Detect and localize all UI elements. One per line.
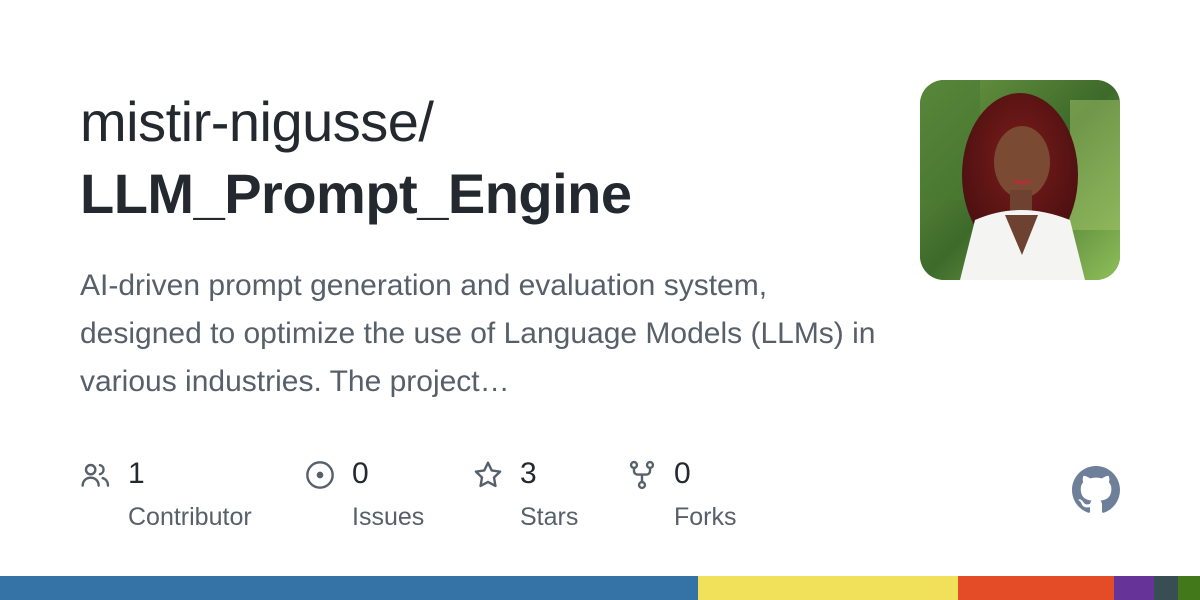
- language-bar-segment: [1154, 576, 1179, 600]
- language-bar-segment: [1178, 576, 1200, 600]
- profile-photo-icon: [920, 80, 1120, 280]
- fork-label: Forks: [674, 503, 737, 531]
- stat-issues[interactable]: 0 Issues: [304, 452, 474, 542]
- github-mark-icon[interactable]: [1072, 466, 1120, 514]
- repo-forked-icon: [626, 459, 658, 491]
- language-bar-segment: [1114, 576, 1155, 600]
- people-icon: [80, 459, 112, 491]
- repo-description: AI-driven prompt generation and evaluati…: [80, 269, 876, 398]
- stat-stars[interactable]: 3 Stars: [472, 452, 622, 542]
- contributor-count: 1: [128, 457, 145, 490]
- issue-label: Issues: [352, 503, 425, 531]
- repo-name[interactable]: LLM_Prompt_Engine: [80, 158, 880, 230]
- language-bar-segment: [698, 576, 959, 600]
- issue-count: 0: [352, 457, 369, 490]
- repo-owner[interactable]: mistir-nigusse/: [80, 86, 880, 158]
- contributor-label: Contributor: [128, 503, 252, 531]
- star-count: 3: [520, 457, 537, 490]
- repo-title[interactable]: mistir-nigusse/ LLM_Prompt_Engine: [80, 86, 880, 230]
- star-icon: [472, 459, 504, 491]
- issue-opened-icon: [304, 459, 336, 491]
- stat-forks[interactable]: 0 Forks: [626, 452, 776, 542]
- fork-count: 0: [674, 457, 691, 490]
- repo-social-card: mistir-nigusse/ LLM_Prompt_Engine AI-dri…: [0, 0, 1200, 600]
- owner-avatar[interactable]: [920, 80, 1120, 280]
- language-bar-segment: [0, 576, 699, 600]
- language-bar-segment: [958, 576, 1115, 600]
- star-label: Stars: [520, 503, 579, 531]
- stat-contributors[interactable]: 1 Contributor: [80, 452, 280, 542]
- language-bar: [0, 576, 1200, 600]
